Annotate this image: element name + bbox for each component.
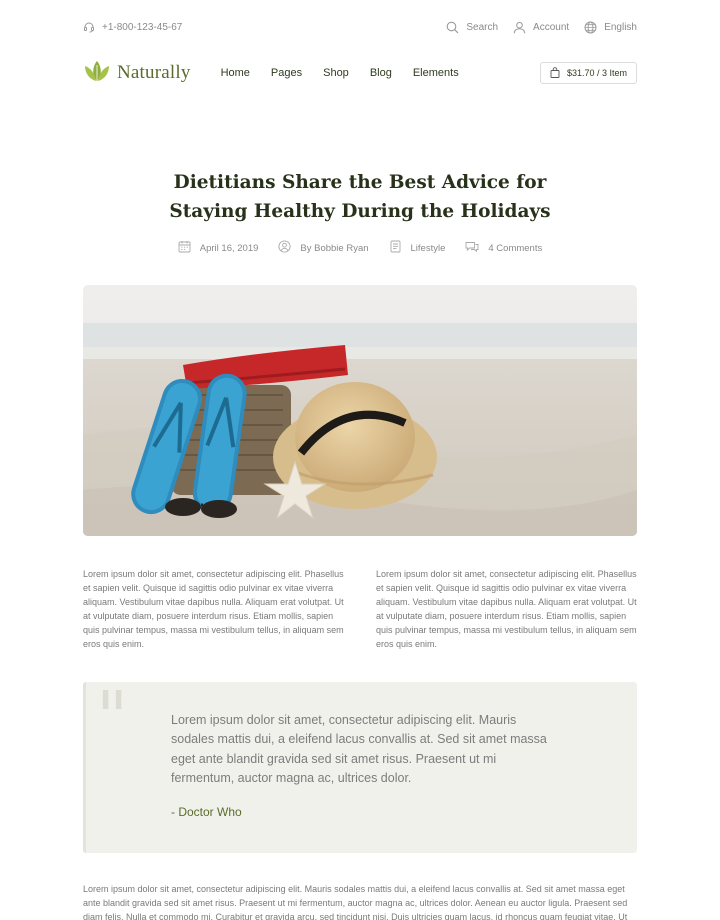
beach-photo [83,285,637,536]
quote-text: Lorem ipsum dolor sit amet, consectetur … [171,713,547,785]
meta-comments-text: 4 Comments [488,242,543,254]
calendar-icon [178,240,191,256]
leaf-logo-icon [83,60,111,87]
article-title-line-1: Dietitians Share the Best Advice for [173,172,547,193]
nav-shop[interactable]: Shop [323,67,349,79]
meta-date[interactable]: April 16, 2019 [178,240,259,256]
intro-column-right: Lorem ipsum dolor sit amet, consectetur … [376,569,637,649]
nav-pages[interactable]: Pages [271,67,302,79]
search-link[interactable]: Search [446,21,498,34]
cart-button[interactable]: $31.70 / 3 Item [539,62,637,84]
account-link[interactable]: Account [513,21,569,34]
meta-author[interactable]: By Bobbie Ryan [278,240,369,256]
meta-comments[interactable]: 4 Comments [465,240,542,256]
account-label: Account [533,21,570,33]
nav-elements[interactable]: Elements [413,67,459,79]
search-label: Search [466,21,499,33]
article-intro-columns: Lorem ipsum dolor sit amet, consectetur … [83,567,637,651]
article-body-text: Lorem ipsum dolor sit amet, consectetur … [83,884,628,920]
document-icon [389,240,402,256]
quote-author: - Doctor Who [171,805,242,819]
search-icon [446,21,459,34]
shopping-bag-icon [550,66,560,80]
intro-column-left: Lorem ipsum dolor sit amet, consectetur … [83,569,344,649]
hero-image [83,285,637,536]
top-bar: +1-800-123-45-67 Search Account English [83,18,637,36]
site-logo[interactable]: Naturally [83,60,191,87]
article-meta: April 16, 2019 By Bobbie Ryan Lifestyle … [0,240,720,256]
meta-category[interactable]: Lifestyle [389,240,446,256]
article-title: Dietitians Share the Best Advice for Sta… [150,168,570,226]
user-icon [513,21,526,34]
user-circle-icon [278,240,291,256]
phone-link[interactable]: +1-800-123-45-67 [83,21,182,33]
quote-mark-icon: " [96,676,129,758]
meta-date-text: April 16, 2019 [199,242,259,254]
headset-icon [83,21,95,33]
meta-author-text: By Bobbie Ryan [300,242,369,254]
article-title-line-2: Staying Healthy During the Holidays [169,201,551,222]
meta-category-text: Lifestyle [410,242,446,254]
logo-text: Naturally [117,62,191,83]
globe-icon [584,21,597,34]
language-selector[interactable]: English [584,21,637,34]
phone-number: +1-800-123-45-67 [102,21,183,33]
main-header: Naturally Home Pages Shop Blog Elements … [83,58,637,88]
language-label: English [604,21,637,33]
nav-home[interactable]: Home [221,67,250,79]
blockquote: " Lorem ipsum dolor sit amet, consectetu… [83,676,637,853]
main-nav: Home Pages Shop Blog Elements [221,67,480,79]
nav-blog[interactable]: Blog [370,67,392,79]
chat-icon [465,240,479,256]
cart-summary: $31.70 / 3 Item [566,68,627,78]
